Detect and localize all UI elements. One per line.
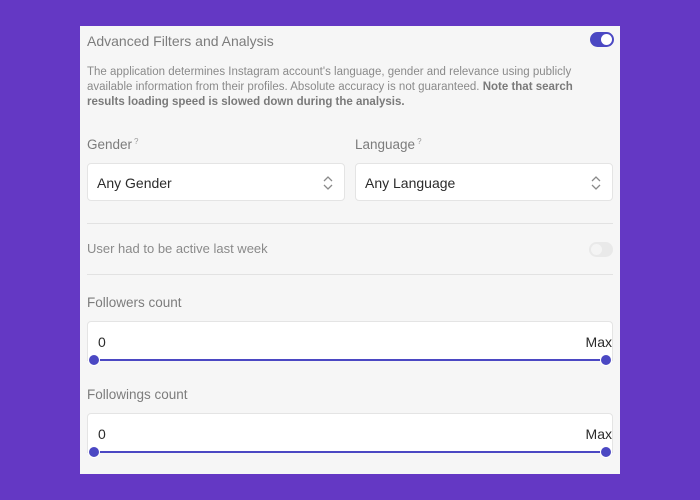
gender-label: Gender?	[87, 137, 138, 153]
followings-min-handle[interactable]	[88, 446, 100, 458]
toggle-knob	[601, 34, 612, 45]
divider	[87, 223, 613, 224]
gender-select-value: Any Gender	[97, 175, 172, 191]
gender-help-icon[interactable]: ?	[134, 137, 138, 146]
language-label: Language?	[355, 137, 422, 153]
description-text: The application determines Instagram acc…	[87, 65, 607, 110]
chevron-up-down-icon	[591, 176, 601, 190]
followings-max-value: Max	[585, 426, 612, 442]
followers-max-handle[interactable]	[600, 354, 612, 366]
divider	[87, 274, 613, 275]
advanced-filters-toggle[interactable]	[590, 32, 614, 47]
language-select[interactable]: Any Language	[355, 163, 613, 201]
followers-min-value: 0	[98, 334, 106, 350]
followers-min-handle[interactable]	[88, 354, 100, 366]
chevron-up-down-icon	[323, 176, 333, 190]
followers-count-label: Followers count	[87, 295, 182, 310]
followings-min-value: 0	[98, 426, 106, 442]
active-last-week-toggle[interactable]	[589, 242, 613, 257]
gender-label-text: Gender	[87, 137, 133, 152]
advanced-filters-panel: Advanced Filters and Analysis The applic…	[80, 26, 620, 474]
section-title: Advanced Filters and Analysis	[87, 33, 274, 49]
language-label-text: Language	[355, 137, 416, 152]
toggle-knob	[591, 244, 602, 255]
active-last-week-label: User had to be active last week	[87, 241, 268, 256]
followings-slider-track[interactable]	[93, 451, 606, 453]
followers-slider-track[interactable]	[93, 359, 606, 361]
followings-max-handle[interactable]	[600, 446, 612, 458]
followings-range: 0 Max	[87, 413, 613, 453]
language-help-icon[interactable]: ?	[417, 137, 421, 146]
followers-range: 0 Max	[87, 321, 613, 361]
gender-select[interactable]: Any Gender	[87, 163, 345, 201]
followings-count-label: Followings count	[87, 387, 188, 402]
language-select-value: Any Language	[365, 175, 456, 191]
followers-max-value: Max	[585, 334, 612, 350]
